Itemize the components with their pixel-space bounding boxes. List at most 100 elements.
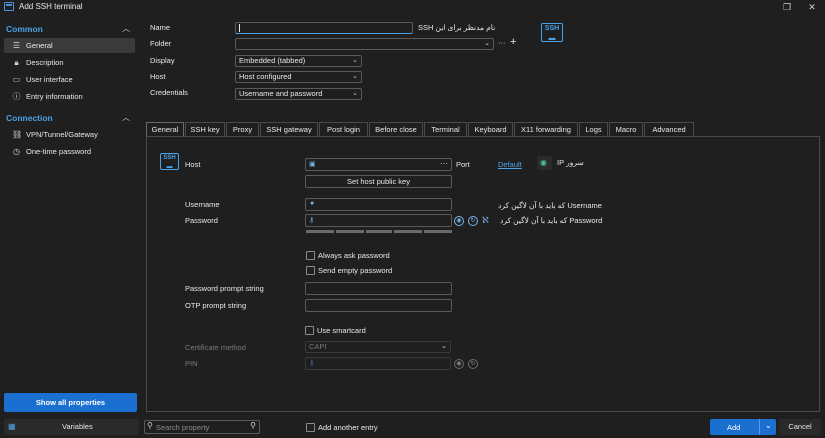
- password-input[interactable]: ⚷: [305, 214, 452, 227]
- certificate-method-label: Certificate method: [185, 343, 246, 352]
- password-prompt-label: Password prompt string: [185, 284, 264, 293]
- generate-password-icon[interactable]: ↻: [468, 216, 478, 226]
- search-go-icon[interactable]: ⚲: [250, 421, 256, 430]
- search-icon: ⚲: [147, 421, 153, 430]
- tab-general[interactable]: General: [146, 122, 184, 136]
- sidebar-item-label: Description: [26, 58, 64, 67]
- host-select[interactable]: Host configured ⌄: [235, 71, 362, 83]
- use-smartcard-label: Use smartcard: [317, 326, 366, 335]
- sidebar-item-label: Entry information: [26, 92, 83, 101]
- general-host-label: Host: [185, 160, 201, 169]
- password-tools-icon[interactable]: ℵ: [482, 215, 489, 226]
- sidebar-item-otp[interactable]: ◷ One-time password: [4, 144, 135, 159]
- send-empty-checkbox[interactable]: [306, 266, 315, 275]
- cancel-button[interactable]: Cancel: [779, 419, 821, 435]
- name-label: Name: [150, 23, 171, 32]
- sidebar-item-label: VPN/Tunnel/Gateway: [26, 130, 98, 139]
- add-another-label: Add another entry: [318, 423, 378, 432]
- tab-x11-forwarding[interactable]: X11 forwarding: [514, 122, 578, 136]
- sidebar-item-user-interface[interactable]: ▭ User interface: [4, 72, 135, 87]
- chevron-up-icon[interactable]: ︿: [122, 112, 130, 123]
- host-hint: سرور IP: [557, 158, 584, 167]
- always-ask-label: Always ask password: [318, 251, 390, 260]
- tab-advanced[interactable]: Advanced: [644, 122, 694, 136]
- sidebar-item-entry-information[interactable]: ⓘ Entry information: [4, 89, 135, 104]
- lock-icon: 🔒︎: [14, 58, 19, 67]
- sidebar-item-general[interactable]: ☰ General: [4, 38, 135, 53]
- section-common[interactable]: Common: [6, 24, 43, 34]
- password-prompt-input[interactable]: [305, 282, 452, 295]
- more-icon[interactable]: ···: [498, 38, 506, 47]
- pin-label: PIN: [185, 359, 198, 368]
- host-icon: ▣: [309, 161, 316, 168]
- strength-segment: [394, 230, 422, 233]
- variables-button[interactable]: ▦ Variables: [4, 419, 139, 435]
- chevron-up-icon[interactable]: ︿: [122, 23, 130, 34]
- search-placeholder: Search property: [156, 423, 210, 432]
- host-label: Host: [150, 72, 166, 81]
- title-bar: Add SSH terminal ❐ ✕: [0, 0, 825, 14]
- tab-post-login[interactable]: Post login: [319, 122, 368, 136]
- chevron-down-icon: ⌄: [352, 73, 358, 80]
- list-icon: ☰: [12, 41, 21, 50]
- credentials-label: Credentials: [150, 88, 188, 97]
- name-input[interactable]: [235, 22, 413, 34]
- add-button[interactable]: Add ⌄: [710, 419, 776, 435]
- ssh-host-icon: SSH ▬: [160, 153, 179, 170]
- name-hint: نام مدنظر برای این SSH: [418, 23, 496, 32]
- folder-select[interactable]: ⌄: [235, 38, 494, 50]
- window-title: Add SSH terminal: [19, 2, 83, 11]
- search-property-input[interactable]: ⚲ Search property ⚲: [144, 420, 260, 434]
- username-input[interactable]: ●: [305, 198, 452, 211]
- ssh-logo-icon: SSH ▬: [541, 23, 563, 42]
- host-input[interactable]: ▣ ···: [305, 158, 452, 171]
- sidebar-item-label: User interface: [26, 75, 73, 84]
- chevron-down-icon: ⌄: [352, 90, 358, 97]
- tab-logs[interactable]: Logs: [579, 122, 608, 136]
- restore-icon[interactable]: ❐: [780, 1, 794, 13]
- tab-before-close[interactable]: Before close: [369, 122, 423, 136]
- otp-prompt-input[interactable]: [305, 299, 452, 312]
- tab-terminal[interactable]: Terminal: [424, 122, 467, 136]
- clock-icon: ◷: [13, 147, 20, 156]
- use-smartcard-checkbox[interactable]: [305, 326, 314, 335]
- port-default-link[interactable]: Default: [498, 160, 522, 169]
- sidebar-item-label: One-time password: [26, 147, 92, 156]
- add-icon[interactable]: +: [510, 36, 516, 48]
- tab-macro[interactable]: Macro: [609, 122, 643, 136]
- text-cursor: [239, 24, 240, 33]
- chevron-down-icon: ⌄: [484, 40, 490, 47]
- certificate-method-value: CAPI: [309, 342, 327, 351]
- add-another-checkbox[interactable]: [306, 423, 315, 432]
- credentials-select[interactable]: Username and password ⌄: [235, 88, 362, 100]
- split-divider: [759, 419, 760, 435]
- sidebar-item-description[interactable]: 🔒︎ Description: [4, 55, 135, 70]
- tab-ssh-key[interactable]: SSH key: [185, 122, 225, 136]
- chevron-down-icon: ⌄: [352, 57, 358, 64]
- chevron-down-icon[interactable]: ⌄: [765, 421, 772, 430]
- display-select[interactable]: Embedded (tabbed) ⌄: [235, 55, 362, 67]
- eye-icon[interactable]: ◉: [454, 359, 464, 369]
- eye-icon[interactable]: ◉: [454, 216, 464, 226]
- port-label: Port: [456, 160, 470, 169]
- sidebar-item-vpn[interactable]: ⛓︎ VPN/Tunnel/Gateway: [4, 127, 135, 142]
- certificate-method-select[interactable]: CAPI ⌄: [305, 341, 451, 353]
- key-icon: ⚷: [309, 360, 315, 367]
- generate-password-icon[interactable]: ↻: [468, 359, 478, 369]
- close-icon[interactable]: ✕: [805, 1, 819, 13]
- tab-ssh-gateway[interactable]: SSH gateway: [260, 122, 318, 136]
- tab-keyboard[interactable]: Keyboard: [468, 122, 513, 136]
- user-icon: ●: [310, 200, 315, 207]
- strength-segment: [306, 230, 334, 233]
- port-options-button[interactable]: ◉: [537, 156, 552, 170]
- username-hint: Username که باید با آن لاگین کرد: [498, 201, 602, 210]
- network-icon: ◉: [540, 158, 547, 167]
- pin-input[interactable]: ⚷: [305, 357, 451, 370]
- always-ask-checkbox[interactable]: [306, 251, 315, 260]
- section-connection[interactable]: Connection: [6, 113, 53, 123]
- app-icon: [4, 2, 14, 11]
- more-icon[interactable]: ···: [440, 159, 448, 168]
- tab-proxy[interactable]: Proxy: [226, 122, 259, 136]
- set-host-public-key-button[interactable]: Set host public key: [305, 175, 452, 188]
- show-all-properties-button[interactable]: Show all properties: [4, 393, 137, 412]
